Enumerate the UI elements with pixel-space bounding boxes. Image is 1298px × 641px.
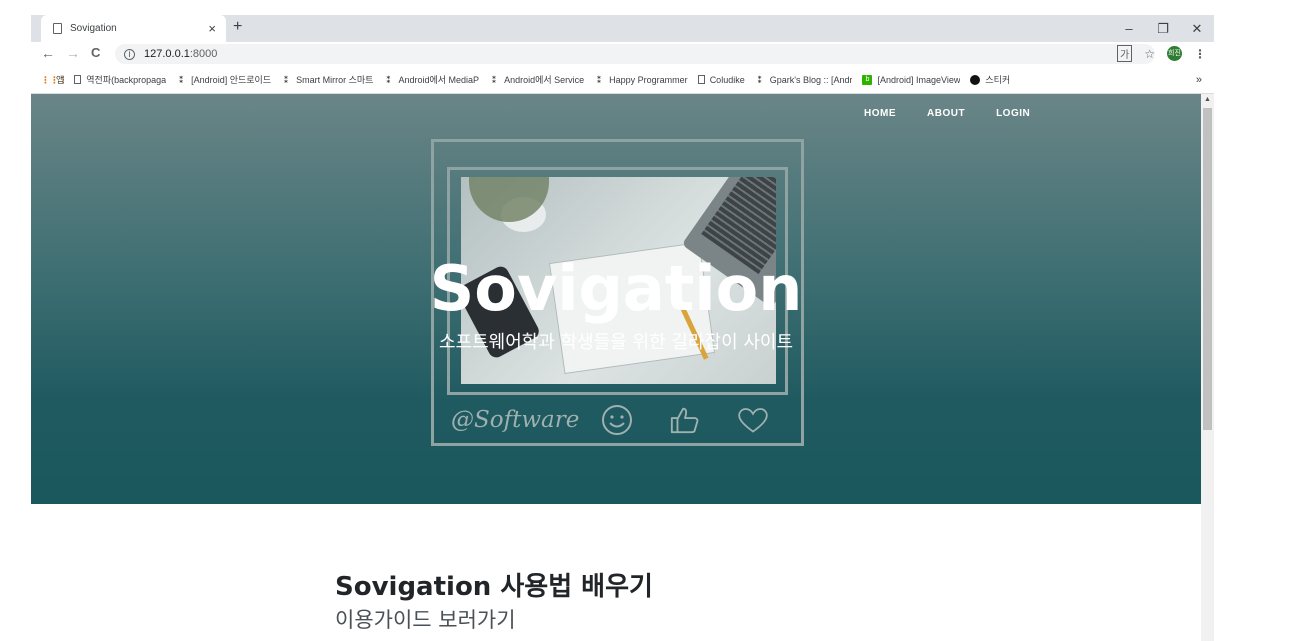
- window-controls: – ❐ ✕: [1112, 15, 1214, 42]
- bookmark-item[interactable]: ⁑ Android에서 MediaP: [383, 73, 479, 86]
- section-title[interactable]: Sovigation 사용법 배우기: [335, 566, 653, 603]
- bookmark-item[interactable]: ⁑ Happy Programmer: [594, 75, 688, 85]
- url-text[interactable]: 127.0.0.1:8000: [144, 48, 217, 60]
- tistory-icon: ⁑: [178, 74, 184, 85]
- scrollbar-thumb[interactable]: [1203, 108, 1212, 430]
- site-nav: HOME ABOUT LOGIN: [864, 108, 1030, 119]
- menu-icon[interactable]: ⋮: [1194, 47, 1206, 61]
- bookmark-item[interactable]: ⁑ [Android] 안드로이드: [176, 73, 271, 86]
- tab-title: Sovigation: [70, 23, 117, 34]
- page-icon: [53, 23, 62, 34]
- tistory-icon: ⁑: [757, 74, 763, 85]
- scroll-up-arrow-icon[interactable]: ▲: [1204, 96, 1211, 103]
- smiley-icon: [601, 404, 633, 436]
- thumbs-up-icon: [669, 404, 701, 436]
- frame-caption-row: @Software: [451, 400, 791, 440]
- github-icon: [970, 74, 981, 85]
- bookmark-item[interactable]: 역전파(backpropaga: [74, 73, 166, 86]
- reload-button[interactable]: C: [91, 45, 100, 60]
- minimize-button[interactable]: –: [1112, 21, 1146, 36]
- apps-grid-icon: ⋮⋮⋮: [41, 74, 65, 85]
- forward-button[interactable]: →: [66, 45, 80, 61]
- hero-section: HOME ABOUT LOGIN @Software Sovigation 소프…: [31, 94, 1201, 504]
- address-bar[interactable]: i 127.0.0.1:8000: [115, 44, 1155, 64]
- page-viewport: HOME ABOUT LOGIN @Software Sovigation 소프…: [31, 94, 1201, 641]
- page-scrollbar[interactable]: ▲: [1201, 94, 1214, 641]
- nav-login[interactable]: LOGIN: [996, 108, 1030, 119]
- hero-title: Sovigation: [429, 252, 803, 325]
- section-subtitle[interactable]: 이용가이드 보러가기: [335, 604, 516, 634]
- heart-icon: [737, 404, 769, 436]
- restore-button[interactable]: ❐: [1146, 21, 1180, 37]
- tistory-icon: ⁑: [283, 74, 289, 85]
- back-button[interactable]: ←: [41, 45, 55, 61]
- info-icon[interactable]: i: [124, 48, 135, 60]
- browser-toolbar: ← → C i 127.0.0.1:8000 가 ☆ 희진 ⋮: [31, 42, 1214, 66]
- bookmarks-more-button[interactable]: »: [1196, 74, 1202, 86]
- bookmark-item[interactable]: ⁑ Android에서 Service: [489, 73, 584, 86]
- naver-blog-icon: b: [862, 74, 873, 85]
- new-tab-button[interactable]: +: [233, 18, 242, 36]
- bookmark-item[interactable]: 스티커: [970, 73, 1010, 86]
- tistory-icon: ⁑: [491, 74, 497, 85]
- tistory-icon: ⁑: [596, 74, 602, 85]
- frame-caption: @Software: [451, 407, 580, 433]
- tab-close-icon[interactable]: ×: [208, 21, 216, 36]
- close-window-button[interactable]: ✕: [1180, 21, 1214, 37]
- tistory-icon: ⁑: [386, 74, 391, 85]
- tab-strip: Sovigation × + – ❐ ✕: [31, 15, 1214, 42]
- nav-about[interactable]: ABOUT: [927, 108, 965, 119]
- toolbar-right: 가 ☆ 희진 ⋮: [1117, 45, 1206, 62]
- browser-tab[interactable]: Sovigation ×: [41, 15, 226, 42]
- bookmark-item[interactable]: ⁑ Gpark's Blog :: [Andr: [755, 74, 852, 85]
- bookmark-item[interactable]: b [Android] ImageView: [862, 74, 960, 85]
- bookmark-item[interactable]: ⁑ Smart Mirror 스마트: [281, 73, 374, 86]
- browser-chrome: Sovigation × + – ❐ ✕ ← → C i 127.0.0.1:8…: [31, 15, 1214, 94]
- nav-home[interactable]: HOME: [864, 108, 896, 119]
- avatar[interactable]: 희진: [1167, 46, 1182, 61]
- page-icon: [74, 75, 82, 84]
- bookmark-star-icon[interactable]: ☆: [1144, 47, 1155, 61]
- bookmark-item[interactable]: Coludike: [697, 75, 745, 85]
- hero-subtitle: 소프트웨어학과 학생들을 위한 길라잡이 사이트: [438, 332, 794, 353]
- page-icon: [697, 75, 705, 84]
- bookmark-apps[interactable]: ⋮⋮⋮ 앱: [41, 73, 64, 86]
- translate-icon[interactable]: 가: [1117, 45, 1133, 62]
- bookmarks-bar: ⋮⋮⋮ 앱 역전파(backpropaga ⁑ [Android] 안드로이드 ⁑ S…: [31, 66, 1214, 94]
